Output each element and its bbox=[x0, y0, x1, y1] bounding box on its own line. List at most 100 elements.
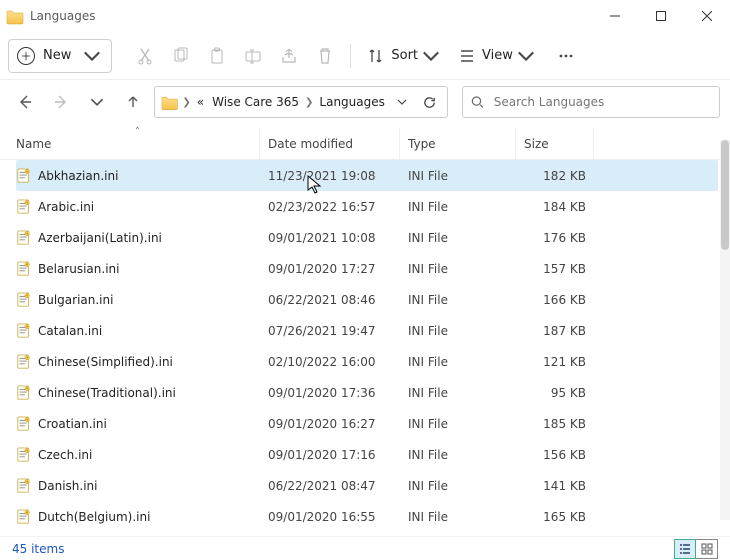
toolbar-divider bbox=[350, 44, 351, 68]
breadcrumb-sep: ❯ bbox=[180, 97, 192, 108]
chevron-down-icon bbox=[517, 47, 535, 65]
file-name: Danish.ini bbox=[38, 479, 97, 493]
window-title: Languages bbox=[30, 9, 95, 23]
new-button[interactable]: + New bbox=[8, 39, 112, 73]
window-folder-icon bbox=[6, 7, 24, 25]
details-view-toggle[interactable] bbox=[674, 539, 696, 559]
file-row[interactable]: Abkhazian.ini11/23/2021 19:08INI File182… bbox=[16, 160, 718, 191]
new-label: New bbox=[43, 48, 71, 63]
plus-icon: + bbox=[17, 47, 35, 65]
file-date: 11/23/2021 19:08 bbox=[260, 160, 400, 191]
file-date: 09/01/2020 17:16 bbox=[260, 439, 400, 470]
file-row[interactable]: Croatian.ini09/01/2020 16:27INI File185 … bbox=[16, 408, 718, 439]
copy-button[interactable] bbox=[164, 38, 198, 74]
up-button[interactable] bbox=[118, 87, 148, 117]
file-name: Azerbaijani(Latin).ini bbox=[38, 231, 162, 245]
address-history-button[interactable] bbox=[389, 88, 416, 116]
more-button[interactable] bbox=[549, 38, 583, 74]
file-row[interactable]: Dutch(Belgium).ini09/01/2020 16:55INI Fi… bbox=[16, 501, 718, 532]
address-bar[interactable]: ❯ « Wise Care 365 ❯ Languages bbox=[154, 86, 448, 118]
file-size: 184 KB bbox=[516, 191, 594, 222]
recent-locations-button[interactable] bbox=[82, 87, 112, 117]
close-button[interactable] bbox=[684, 0, 730, 32]
search-input[interactable] bbox=[492, 94, 711, 110]
file-date: 09/01/2020 17:27 bbox=[260, 253, 400, 284]
file-name: Chinese(Traditional).ini bbox=[38, 386, 176, 400]
scrollbar-thumb[interactable] bbox=[721, 140, 729, 250]
column-label: Size bbox=[524, 137, 549, 151]
ini-file-icon bbox=[16, 261, 32, 277]
sort-icon bbox=[367, 47, 385, 65]
forward-button[interactable] bbox=[46, 87, 76, 117]
file-row[interactable]: Arabic.ini02/23/2022 16:57INI File184 KB bbox=[16, 191, 718, 222]
breadcrumb-segment[interactable]: Languages bbox=[315, 87, 388, 117]
minimize-button[interactable] bbox=[592, 0, 638, 32]
view-button[interactable]: View bbox=[450, 38, 543, 74]
back-button[interactable] bbox=[10, 87, 40, 117]
file-row[interactable]: Danish.ini06/22/2021 08:47INI File141 KB bbox=[16, 470, 718, 501]
file-type: INI File bbox=[400, 315, 516, 346]
ini-file-icon bbox=[16, 323, 32, 339]
title-bar: Languages bbox=[0, 0, 730, 32]
file-size: 185 KB bbox=[516, 408, 594, 439]
file-size: 182 KB bbox=[516, 160, 594, 191]
file-row[interactable]: Chinese(Simplified).ini02/10/2022 16:00I… bbox=[16, 346, 718, 377]
file-date: 09/01/2020 16:27 bbox=[260, 408, 400, 439]
delete-button[interactable] bbox=[308, 38, 342, 74]
file-name: Croatian.ini bbox=[38, 417, 107, 431]
ini-file-icon bbox=[16, 354, 32, 370]
breadcrumb-sep: ❯ bbox=[303, 97, 315, 108]
file-type: INI File bbox=[400, 222, 516, 253]
view-label: View bbox=[482, 48, 513, 63]
navigation-bar: ❯ « Wise Care 365 ❯ Languages bbox=[0, 80, 730, 124]
file-row[interactable]: Azerbaijani(Latin).ini 09/01/2021 10:08IN… bbox=[16, 222, 718, 253]
file-type: INI File bbox=[400, 470, 516, 501]
rename-button[interactable] bbox=[236, 38, 270, 74]
chevron-down-icon bbox=[422, 47, 440, 65]
file-date: 02/10/2022 16:00 bbox=[260, 346, 400, 377]
file-size: 121 KB bbox=[516, 346, 594, 377]
column-header-date[interactable]: Date modified bbox=[260, 128, 400, 159]
thumbnails-view-toggle[interactable] bbox=[696, 539, 718, 559]
sort-button[interactable]: Sort bbox=[359, 38, 448, 74]
column-label: Date modified bbox=[268, 137, 353, 151]
column-label: Type bbox=[408, 137, 436, 151]
breadcrumb-overflow[interactable]: « bbox=[193, 87, 208, 117]
file-name: Bulgarian.ini bbox=[38, 293, 113, 307]
file-size: 157 KB bbox=[516, 253, 594, 284]
share-button[interactable] bbox=[272, 38, 306, 74]
file-date: 02/23/2022 16:57 bbox=[260, 191, 400, 222]
maximize-button[interactable] bbox=[638, 0, 684, 32]
file-row[interactable]: Bulgarian.ini06/22/2021 08:46INI File166… bbox=[16, 284, 718, 315]
ini-file-icon bbox=[16, 230, 32, 246]
file-size: 95 KB bbox=[516, 377, 594, 408]
file-row[interactable]: Catalan.ini07/26/2021 19:47INI File187 K… bbox=[16, 315, 718, 346]
search-icon bbox=[471, 95, 484, 109]
file-type: INI File bbox=[400, 439, 516, 470]
breadcrumb-segment[interactable]: Wise Care 365 bbox=[208, 87, 303, 117]
file-row[interactable]: Belarusian.ini09/01/2020 17:27INI File15… bbox=[16, 253, 718, 284]
file-size: 187 KB bbox=[516, 315, 594, 346]
column-headers: Name ˄ Date modified Type Size bbox=[0, 128, 730, 160]
vertical-scrollbar[interactable] bbox=[720, 140, 730, 520]
file-name: Dutch(Belgium).ini bbox=[38, 510, 150, 524]
column-header-name[interactable]: Name ˄ bbox=[16, 128, 260, 159]
cut-button[interactable] bbox=[128, 38, 162, 74]
file-date: 07/26/2021 19:47 bbox=[260, 315, 400, 346]
sort-label: Sort bbox=[391, 48, 418, 63]
ini-file-icon bbox=[16, 168, 32, 184]
file-row[interactable]: Czech.ini09/01/2020 17:16INI File156 KB bbox=[16, 439, 718, 470]
file-type: INI File bbox=[400, 160, 516, 191]
paste-button[interactable] bbox=[200, 38, 234, 74]
file-row[interactable]: Chinese(Traditional).ini09/01/2020 17:36… bbox=[16, 377, 718, 408]
column-header-size[interactable]: Size bbox=[516, 128, 594, 159]
toolbar: + New Sort View bbox=[0, 32, 730, 80]
item-count: 45 items bbox=[12, 542, 64, 556]
column-header-type[interactable]: Type bbox=[400, 128, 516, 159]
view-icon bbox=[458, 47, 476, 65]
search-box[interactable] bbox=[462, 86, 720, 118]
file-list: Abkhazian.ini11/23/2021 19:08INI File182… bbox=[0, 160, 718, 536]
refresh-button[interactable] bbox=[416, 88, 443, 116]
file-size: 176 KB bbox=[516, 222, 594, 253]
file-date: 09/01/2021 10:08 bbox=[260, 222, 400, 253]
